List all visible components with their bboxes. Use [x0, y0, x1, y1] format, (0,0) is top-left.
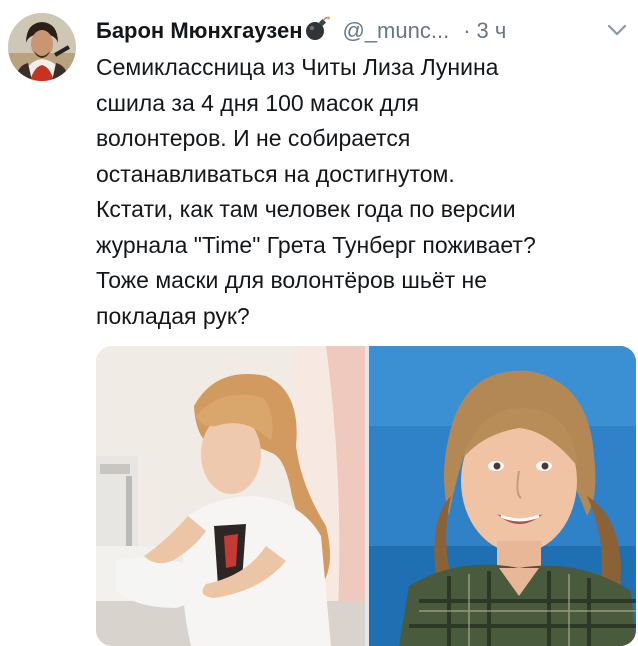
- tweet-text: Семиклассница из Читы Лиза Лунина сшила …: [96, 50, 626, 334]
- tweet-media[interactable]: [96, 346, 636, 646]
- tweet-text-line: волонтеров. И не собирается: [96, 125, 411, 151]
- timestamp[interactable]: 3 ч: [477, 18, 507, 44]
- tweet-text-line: журнала "Time" Грета Тунберг поживает?: [96, 231, 536, 258]
- tweet-header: Барон Мюнхгаузен @_munc... · 3 ч: [96, 14, 636, 48]
- photo-girl-sewing[interactable]: [96, 346, 365, 646]
- tweet-text-line: Тоже маски для волонтёров шьёт не: [96, 267, 488, 293]
- avatar-image: [8, 13, 76, 81]
- bomb-icon: [304, 16, 331, 42]
- tweet-text-line: Семиклассница из Читы Лиза Лунина: [96, 54, 499, 80]
- chevron-down-icon[interactable]: [606, 22, 628, 38]
- photo-greta[interactable]: [369, 346, 636, 646]
- tweet-text-line: Кстати, как там человек года по версии: [96, 196, 516, 222]
- tweet[interactable]: Барон Мюнхгаузен @_munc... · 3 ч Семикла…: [0, 0, 638, 646]
- display-name[interactable]: Барон Мюнхгаузен: [96, 18, 302, 44]
- tweet-text-line: останавливаться на достигнутом.: [96, 160, 455, 187]
- avatar[interactable]: [8, 13, 76, 81]
- separator-dot: ·: [463, 18, 471, 43]
- tweet-text-line: покладая рук?: [96, 302, 250, 329]
- tweet-text-line: сшила за 4 дня 100 масок для: [96, 89, 419, 116]
- user-handle[interactable]: @_munc...: [342, 18, 449, 44]
